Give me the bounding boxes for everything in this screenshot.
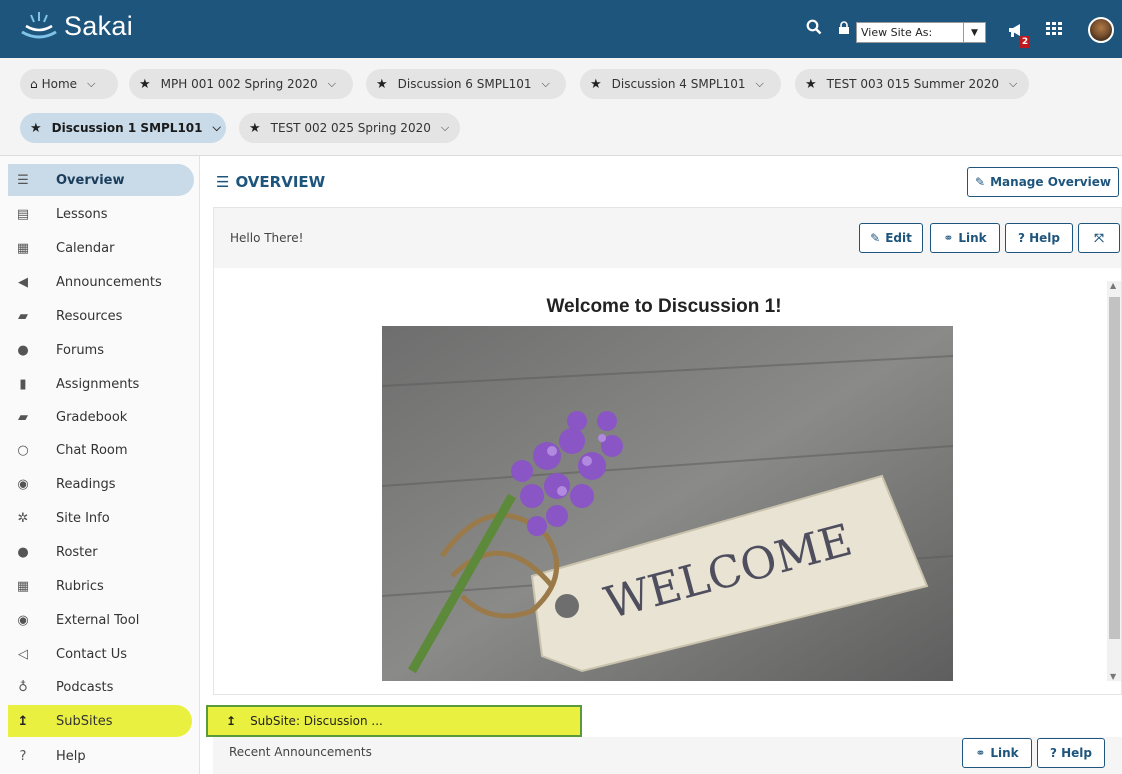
bullhorn-icon: ◀ — [18, 274, 28, 290]
tab-discussion-1[interactable]: ★ Discussion 1 SMPL101 ⌵ — [20, 113, 226, 143]
search-icon[interactable] — [806, 19, 822, 39]
level-up-icon: ↥ — [226, 714, 237, 728]
view-site-as-select[interactable]: View Site As: ▼ — [856, 22, 986, 43]
users-icon: ● — [17, 544, 29, 560]
notification-badge: 2 — [1020, 36, 1030, 48]
tab-discussion-4[interactable]: ★ Discussion 4 SMPL101 ⌵ — [580, 69, 781, 99]
recent-announcements-title: Recent Announcements — [229, 745, 372, 759]
star-icon[interactable]: ★ — [805, 77, 817, 92]
star-icon[interactable]: ★ — [249, 121, 261, 136]
tab-test-003[interactable]: ★ TEST 003 015 Summer 2020 ⌵ — [795, 69, 1029, 99]
recent-link-button[interactable]: ⚭ Link — [962, 738, 1032, 768]
tab-mph-001[interactable]: ★ MPH 001 002 Spring 2020 ⌵ — [129, 69, 353, 99]
recent-help-button[interactable]: ? Help — [1037, 738, 1105, 768]
document-icon: ▮ — [19, 376, 27, 392]
globe-icon: ◉ — [17, 476, 29, 492]
question-icon: ? — [19, 748, 27, 764]
sidebar-item-lessons[interactable]: ▤ Lessons — [8, 198, 194, 230]
sidebar-item-overview[interactable]: ☰ Overview — [8, 164, 194, 196]
tab-discussion-6[interactable]: ★ Discussion 6 SMPL101 ⌵ — [366, 69, 566, 99]
chevron-down-icon[interactable]: ⌵ — [542, 77, 550, 91]
manage-overview-button[interactable]: ✎ Manage Overview — [967, 167, 1119, 197]
link-icon: ⚭ — [975, 746, 986, 760]
tab-home[interactable]: ⌂ Home ⌵ — [20, 69, 118, 99]
sidebar-item-site-info[interactable]: ✲ Site Info — [8, 502, 194, 534]
globe-icon: ◉ — [17, 612, 29, 628]
apps-grid-icon[interactable] — [1046, 22, 1062, 40]
logo-text: Sakai — [64, 10, 134, 41]
sidebar-item-external-tool[interactable]: ◉ External Tool — [8, 604, 194, 636]
help-button[interactable]: ? Help — [1005, 223, 1073, 253]
tool-menu: ☰ Overview ▤ Lessons ▦ Calendar ◀ Announceme… — [0, 156, 200, 774]
pencil-icon: ✎ — [975, 175, 986, 189]
sidebar-item-contact-us[interactable]: ◁ Contact Us — [8, 638, 194, 670]
sidebar-item-chat-room[interactable]: ○ Chat Room — [8, 434, 194, 466]
chat-icon: ○ — [17, 442, 29, 458]
file-icon: ▤ — [16, 206, 30, 222]
chevron-down-icon[interactable]: ⌵ — [1009, 77, 1017, 91]
sakai-logo-icon — [21, 12, 57, 39]
table-icon: ▦ — [16, 578, 30, 594]
welcome-widget: Hello There! ✎ Edit ⚭ Link ? Help ⤧ Welc… — [213, 207, 1122, 695]
edit-button[interactable]: ✎ Edit — [859, 223, 923, 253]
chevron-down-icon[interactable]: ⌵ — [213, 121, 221, 135]
chevron-down-icon[interactable]: ⌵ — [756, 77, 764, 91]
scroll-down-icon[interactable]: ▼ — [1110, 672, 1116, 681]
level-up-icon: ↥ — [17, 713, 29, 729]
sidebar-item-rubrics[interactable]: ▦ Rubrics — [8, 570, 194, 602]
list-icon: ☰ — [216, 173, 230, 191]
comments-icon: ● — [17, 342, 29, 358]
sidebar-item-readings[interactable]: ◉ Readings — [8, 468, 194, 500]
sidebar-item-calendar[interactable]: ▦ Calendar — [8, 232, 194, 264]
star-icon[interactable]: ★ — [139, 77, 151, 92]
welcome-image: WELCOME — [382, 326, 953, 681]
sakai-logo[interactable]: Sakai — [20, 10, 133, 42]
user-avatar[interactable] — [1088, 17, 1114, 43]
welcome-heading: Welcome to Discussion 1! — [546, 296, 782, 317]
link-icon: ⚭ — [943, 231, 954, 245]
gear-icon: ✲ — [17, 510, 29, 526]
calendar-icon: ▦ — [16, 240, 30, 256]
page-title: ☰ OVERVIEW — [216, 173, 326, 191]
sidebar-item-assignments[interactable]: ▮ Assignments — [8, 368, 194, 400]
link-button[interactable]: ⚭ Link — [930, 223, 1000, 253]
sidebar-item-subsites[interactable]: ↥ SubSites — [8, 705, 192, 737]
sidebar-item-resources[interactable]: ▰ Resources — [8, 300, 194, 332]
chevron-down-icon[interactable]: ⌵ — [441, 121, 449, 135]
book-icon: ▰ — [18, 409, 28, 425]
user-secret-icon — [838, 21, 850, 39]
sidebar-item-gradebook[interactable]: ▰ Gradebook — [8, 401, 194, 433]
list-icon: ☰ — [17, 172, 29, 188]
sidebar-item-roster[interactable]: ● Roster — [8, 536, 194, 568]
pencil-icon: ✎ — [870, 231, 881, 245]
widget-title: Hello There! — [230, 231, 304, 245]
widget-scrollbar[interactable]: ▲ ▼ — [1107, 281, 1121, 681]
subsite-popup-item[interactable]: ↥ SubSite: Discussion ... — [206, 705, 582, 737]
sidebar-item-forums[interactable]: ● Forums — [8, 334, 194, 366]
chevron-down-icon[interactable]: ⌵ — [328, 77, 336, 91]
top-header: Sakai View Site As: ▼ 2 — [0, 0, 1122, 58]
sidebar-item-podcasts[interactable]: ♁ Podcasts — [8, 671, 194, 703]
home-icon: ⌂ — [30, 77, 38, 91]
sidebar-item-announcements[interactable]: ◀ Announcements — [8, 266, 194, 298]
microphone-icon: ♁ — [18, 679, 28, 695]
star-icon[interactable]: ★ — [376, 77, 388, 92]
recent-announcements-widget: Recent Announcements ⚭ Link ? Help — [213, 737, 1122, 774]
star-icon[interactable]: ★ — [30, 121, 42, 136]
scroll-thumb[interactable] — [1109, 297, 1120, 639]
chevron-down-icon[interactable]: ⌵ — [87, 77, 95, 91]
expand-button[interactable]: ⤧ — [1078, 223, 1120, 253]
send-icon: ◁ — [18, 646, 28, 662]
tab-test-002[interactable]: ★ TEST 002 025 Spring 2020 ⌵ — [239, 113, 460, 143]
scroll-up-icon[interactable]: ▲ — [1110, 281, 1116, 290]
folder-icon: ▰ — [18, 308, 28, 324]
star-icon[interactable]: ★ — [590, 77, 602, 92]
expand-icon: ⤧ — [1094, 230, 1104, 245]
site-tabs: ⌂ Home ⌵ ★ MPH 001 002 Spring 2020 ⌵ ★ D… — [0, 58, 1122, 156]
sidebar-item-help[interactable]: ? Help — [8, 740, 194, 772]
chevron-down-icon: ▼ — [963, 23, 985, 42]
